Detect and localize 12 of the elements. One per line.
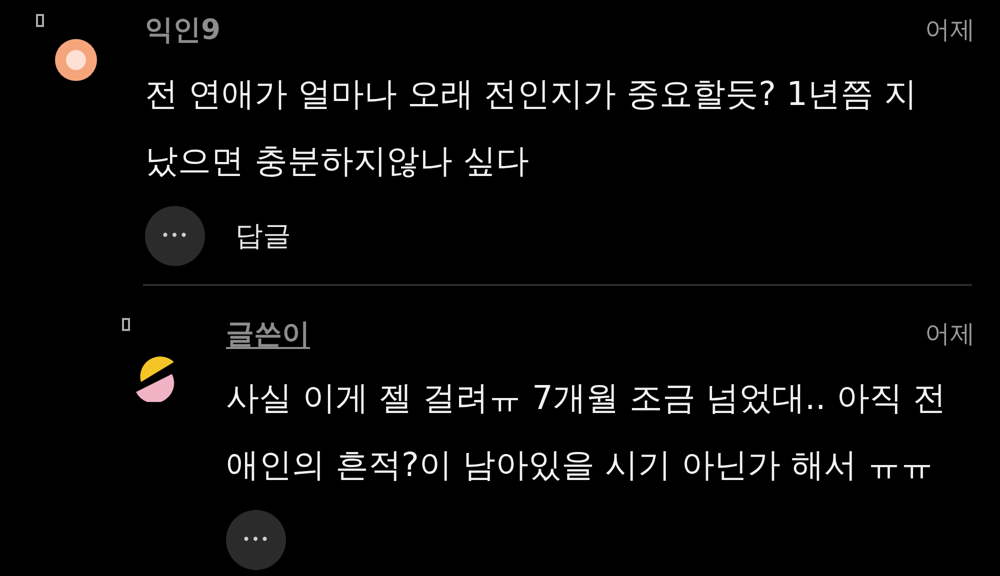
more-button[interactable]: ••• [145, 206, 205, 266]
author-name: 익인9 [145, 12, 220, 48]
comment-text: 사실 이게 젤 걸려ㅠ 7개월 조금 넘었대.. 아직 전애인의 흔적?이 남아있을 시기 아닌가 해서 ㅠㅠ [226, 377, 947, 486]
glyph-icon [122, 318, 130, 331]
more-button[interactable]: ••• [226, 510, 286, 570]
glyph-icon [36, 14, 44, 27]
reply-button[interactable]: 답글 [235, 215, 291, 257]
author-name[interactable]: 글쓴이 [226, 313, 310, 355]
comment-text: 전 연애가 얼마나 오래 전인지가 중요할듯? 1년쯤 지났으면 충분하지않나 싶다 [145, 73, 918, 182]
comment-time: 어제 [925, 318, 975, 350]
avatar-icon [55, 39, 97, 81]
comment-time: 어제 [925, 14, 975, 46]
